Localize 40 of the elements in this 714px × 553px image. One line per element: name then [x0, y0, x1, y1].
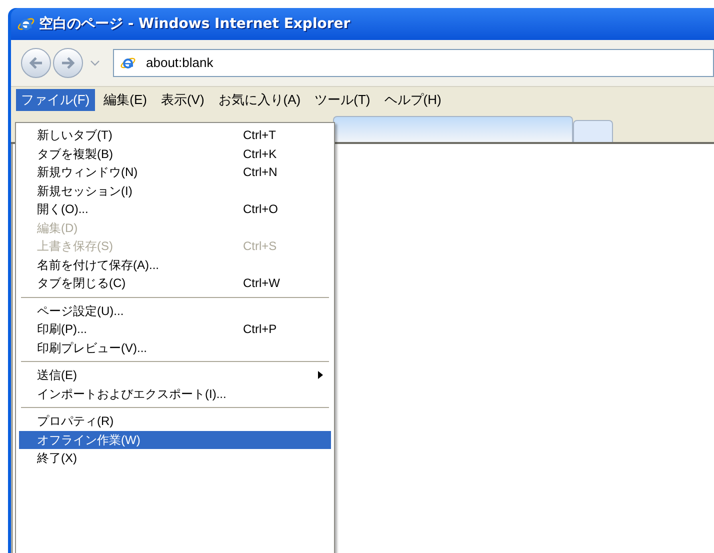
menu-item[interactable]: プロパティ(R) [19, 412, 331, 430]
menu-item[interactable]: 新規ウィンドウ(N) Ctrl+N [19, 163, 331, 182]
shortcut-text: Ctrl+S [243, 238, 278, 256]
forward-button[interactable] [53, 48, 83, 78]
new-tab-button[interactable] [573, 120, 613, 142]
menu-item[interactable]: 新規セッション(I) [19, 182, 331, 200]
right-arrow-icon [60, 56, 76, 70]
menu-bar-item[interactable]: ヘルプ(H) [379, 88, 446, 110]
menu-bar-item[interactable]: ツール(T) [310, 88, 376, 110]
dropdown-caret-icon[interactable] [89, 59, 101, 67]
menu-item[interactable]: 送信(E) [19, 366, 331, 384]
submenu-arrow-icon [318, 371, 323, 380]
menu-item[interactable]: 名前を付けて保存(A)... [19, 256, 331, 274]
shortcut-text: Ctrl+T [243, 127, 277, 144]
menu-item[interactable]: 開く(O)... Ctrl+O [19, 200, 331, 218]
menu-item[interactable]: 終了(X) [19, 449, 331, 468]
menu-bar-item[interactable]: 編集(E) [98, 88, 152, 110]
menu-bar-item[interactable]: 表示(V) [156, 88, 210, 110]
address-text: about:blank [146, 54, 214, 72]
shortcut-text: Ctrl+W [243, 275, 281, 292]
address-field[interactable]: about:blank [113, 49, 714, 77]
shortcut-text: Ctrl+K [243, 146, 278, 163]
menu-item[interactable]: 印刷プレビュー(V)... [19, 338, 331, 357]
window-title: 空白のページ - Windows Internet Explorer [39, 14, 350, 34]
menu-bar-item[interactable]: ファイル(F) [16, 88, 95, 110]
menu-item[interactable]: タブを複製(B) Ctrl+K [19, 144, 331, 163]
menu-item[interactable]: インポートおよびエクスポート(I)... [19, 384, 331, 403]
back-button[interactable] [21, 48, 51, 78]
left-arrow-icon [28, 56, 44, 70]
menu-item[interactable]: オフライン作業(W) [19, 430, 331, 449]
menu-item[interactable]: 印刷(P)... Ctrl+P [19, 320, 331, 338]
menu-item[interactable]: タブを閉じる(C) Ctrl+W [19, 274, 331, 292]
shortcut-text: Ctrl+P [243, 321, 278, 338]
tab[interactable] [333, 116, 573, 142]
menu-bar-item[interactable]: お気に入り(A) [213, 88, 306, 110]
shortcut-text: Ctrl+N [243, 164, 278, 182]
shortcut-text: Ctrl+O [243, 201, 280, 218]
browser-logo-icon [17, 15, 35, 33]
menu-item[interactable]: ページ設定(U)... [19, 302, 331, 320]
page-icon [120, 55, 136, 71]
